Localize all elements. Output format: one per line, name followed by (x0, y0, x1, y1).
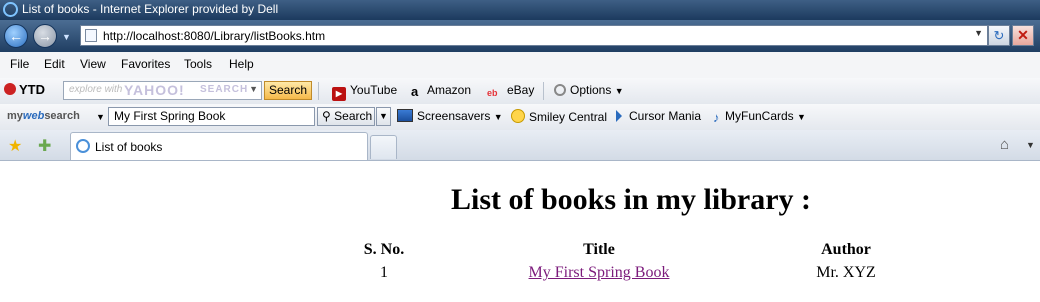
menu-favorites[interactable]: Favorites (121, 57, 170, 71)
ytd-logo[interactable]: YTD (4, 82, 45, 97)
yahoo-search-button[interactable]: Search (264, 81, 312, 100)
toolbar-divider (318, 82, 319, 100)
options-label: Options (570, 83, 612, 97)
ebay-link[interactable]: eb eBay (487, 83, 534, 100)
options-dropdown-icon: ▼ (614, 86, 624, 96)
amazon-label: Amazon (427, 83, 472, 97)
menu-help[interactable]: Help (229, 57, 254, 71)
new-tab-button[interactable] (370, 135, 397, 159)
card-icon: ♪ (713, 110, 720, 125)
back-button[interactable]: ← (4, 24, 28, 48)
myfuncards-link[interactable]: ♪ MyFunCards ▼ (713, 109, 806, 125)
amazon-link[interactable]: a Amazon (411, 83, 471, 99)
yahoo-dropdown-icon[interactable]: ▼ (249, 84, 258, 94)
yahoo-toolbar: YTD explore with YAHOO! SEARCH ▼ Search … (0, 78, 1040, 105)
cell-author: Mr. XYZ (816, 264, 876, 281)
screensavers-dropdown-icon: ▼ (493, 112, 503, 122)
yahoo-search-word: SEARCH (200, 84, 249, 95)
yahoo-search-input[interactable]: explore with YAHOO! SEARCH ▼ (63, 81, 262, 100)
home-dropdown-icon[interactable]: ▼ (1026, 140, 1035, 150)
address-input[interactable]: http://localhost:8080/Library/listBooks.… (80, 25, 988, 46)
ebay-label: eBay (507, 83, 535, 97)
address-url[interactable]: http://localhost:8080/Library/listBooks.… (103, 29, 325, 43)
menu-tools[interactable]: Tools (184, 57, 212, 71)
yahoo-placeholder: explore with (69, 84, 123, 95)
menu-bar: File Edit View Favorites Tools Help (0, 52, 1040, 79)
amazon-icon: a (411, 84, 419, 99)
search-button-label: Search (334, 109, 373, 123)
forward-button[interactable]: → (33, 24, 57, 48)
mywebsearch-toolbar: mywebsearch ▼ My First Spring Book ⚲ Sea… (0, 104, 1040, 131)
page-favicon-icon (76, 139, 90, 153)
youtube-link[interactable]: ▶ YouTube (332, 83, 397, 101)
add-favorite-icon[interactable]: ✚ (38, 136, 51, 156)
tab-label: List of books (95, 140, 163, 154)
tab-bar: ★ ✚ List of books ⌂ ▼ (0, 130, 1040, 161)
page-heading: List of books in my library : (450, 183, 812, 216)
brand-mid: web (22, 110, 45, 122)
page-content: List of books in my library : S. No. Tit… (0, 161, 1040, 302)
brand-prefix: my (7, 110, 23, 122)
menu-file[interactable]: File (10, 57, 29, 71)
tab-list-of-books[interactable]: List of books (70, 132, 368, 160)
column-header-author: Author (821, 241, 871, 258)
favorites-star-icon[interactable]: ★ (8, 136, 22, 156)
cursor-icon (616, 110, 622, 122)
screensaver-icon (397, 109, 413, 122)
yahoo-logo: YAHOO! (124, 82, 185, 98)
cell-title: My First Spring Book (479, 264, 719, 282)
screensavers-link[interactable]: Screensavers ▼ (397, 109, 503, 123)
refresh-button[interactable]: ↻ (988, 25, 1010, 46)
column-header-title: Title (583, 241, 615, 258)
cursor-mania-link[interactable]: Cursor Mania (616, 109, 701, 123)
search-options-dropdown-icon[interactable]: ▼ (376, 107, 391, 126)
mywebsearch-logo[interactable]: mywebsearch (7, 110, 80, 122)
address-bar-row: ← → ▼ http://localhost:8080/Library/list… (0, 20, 1040, 52)
toolbar-divider (543, 82, 544, 100)
cursor-mania-label: Cursor Mania (629, 109, 702, 123)
cell-sno: 1 (380, 264, 388, 281)
mywebsearch-dropdown-icon[interactable]: ▼ (96, 112, 105, 122)
options-icon (554, 84, 566, 96)
menu-view[interactable]: View (80, 57, 106, 71)
column-header-sno: S. No. (363, 241, 405, 258)
smiley-central-label: Smiley Central (529, 110, 608, 124)
options-menu[interactable]: Options ▼ (554, 83, 624, 97)
ytd-icon (4, 83, 16, 95)
ebay-icon: eb (487, 88, 498, 98)
magnifier-icon: ⚲ (322, 109, 331, 123)
myfuncards-label: MyFunCards (725, 109, 794, 123)
book-title-link[interactable]: My First Spring Book (529, 264, 670, 281)
address-dropdown-icon[interactable]: ▼ (974, 28, 983, 38)
smiley-icon (511, 109, 525, 123)
window-title: List of books - Internet Explorer provid… (22, 2, 279, 16)
home-icon[interactable]: ⌂ (1000, 136, 1009, 153)
youtube-icon: ▶ (332, 87, 346, 101)
ytd-label: YTD (19, 82, 45, 97)
brand-suffix: search (44, 110, 80, 122)
screensavers-label: Screensavers (417, 109, 491, 123)
stop-button[interactable]: ✕ (1012, 25, 1034, 46)
internet-explorer-icon (3, 2, 18, 17)
youtube-label: YouTube (350, 83, 398, 97)
mywebsearch-input[interactable]: My First Spring Book (108, 107, 315, 126)
smiley-central-link[interactable]: Smiley Central (511, 109, 607, 124)
recent-pages-dropdown-icon[interactable]: ▼ (62, 32, 71, 42)
myfuncards-dropdown-icon: ▼ (797, 112, 806, 122)
window-title-bar: List of books - Internet Explorer provid… (0, 0, 1040, 20)
menu-edit[interactable]: Edit (44, 57, 65, 71)
page-icon (85, 29, 97, 42)
mywebsearch-search-button[interactable]: ⚲ Search (317, 107, 375, 126)
